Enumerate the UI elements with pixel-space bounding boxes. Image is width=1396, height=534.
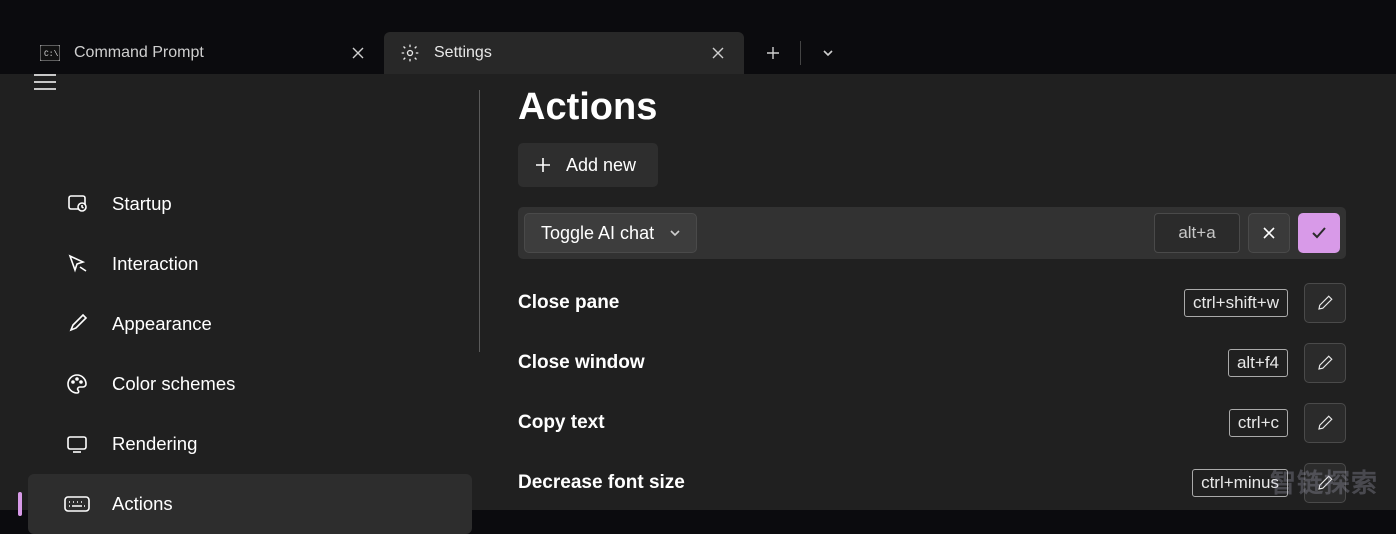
main-content: Actions Add new Toggle AI chat Close pan… [480, 74, 1396, 510]
pencil-icon [1316, 354, 1334, 372]
key-input[interactable] [1154, 213, 1240, 253]
close-icon [1261, 225, 1277, 241]
action-row: Copy text ctrl+c [518, 393, 1346, 453]
gear-icon [400, 43, 420, 63]
sidebar-item-label: Color schemes [112, 373, 235, 395]
close-icon[interactable] [344, 39, 372, 67]
action-row: Close window alt+f4 [518, 333, 1346, 393]
brush-icon [64, 311, 90, 337]
sidebar-item-interaction[interactable]: Interaction [28, 234, 472, 294]
sidebar-item-startup[interactable]: Startup [28, 174, 472, 234]
display-icon [64, 431, 90, 457]
pencil-icon [1316, 294, 1334, 312]
action-label: Close window [518, 352, 1216, 374]
tab-strip: C:\ Command Prompt Settings [0, 32, 1396, 74]
action-editor-row: Toggle AI chat [518, 207, 1346, 259]
sidebar: Startup Interaction Appearance Color sch… [0, 74, 480, 510]
sidebar-item-actions[interactable]: Actions [28, 474, 472, 534]
svg-text:C:\: C:\ [44, 50, 59, 59]
action-label: Close pane [518, 292, 1172, 314]
edit-button[interactable] [1304, 403, 1346, 443]
edit-button[interactable] [1304, 283, 1346, 323]
check-icon [1310, 224, 1328, 242]
action-select[interactable]: Toggle AI chat [524, 213, 697, 253]
keyboard-icon [64, 491, 90, 517]
cmd-icon: C:\ [40, 43, 60, 63]
action-label: Decrease font size [518, 472, 1180, 494]
sidebar-item-label: Appearance [112, 313, 212, 335]
action-row: Decrease font size ctrl+minus [518, 453, 1346, 513]
sidebar-item-label: Rendering [112, 433, 197, 455]
sidebar-item-appearance[interactable]: Appearance [28, 294, 472, 354]
sidebar-item-label: Interaction [112, 253, 198, 275]
tab-title: Settings [434, 44, 492, 62]
add-new-label: Add new [566, 155, 636, 176]
key-binding: ctrl+shift+w [1184, 289, 1288, 317]
key-binding: alt+f4 [1228, 349, 1288, 377]
pencil-icon [1316, 414, 1334, 432]
action-select-label: Toggle AI chat [541, 223, 654, 244]
add-new-button[interactable]: Add new [518, 143, 658, 187]
sidebar-item-label: Startup [112, 193, 172, 215]
cursor-icon [64, 251, 90, 277]
action-row: Close pane ctrl+shift+w [518, 273, 1346, 333]
tab-settings[interactable]: Settings [384, 32, 744, 74]
new-tab-button[interactable] [752, 33, 794, 73]
edit-button[interactable] [1304, 343, 1346, 383]
page-title: Actions [518, 86, 1346, 129]
sidebar-item-color-schemes[interactable]: Color schemes [28, 354, 472, 414]
hamburger-button[interactable] [0, 74, 68, 90]
divider [800, 41, 801, 65]
accept-button[interactable] [1298, 213, 1340, 253]
key-binding: ctrl+c [1229, 409, 1288, 437]
tab-title: Command Prompt [74, 44, 204, 62]
chevron-down-icon [668, 226, 682, 240]
rocket-icon [64, 191, 90, 217]
close-icon[interactable] [704, 39, 732, 67]
watermark: 智链探索 [1270, 463, 1378, 500]
sidebar-item-label: Actions [112, 493, 173, 515]
plus-icon [534, 156, 552, 174]
tab-command-prompt[interactable]: C:\ Command Prompt [24, 32, 384, 74]
tab-dropdown-button[interactable] [807, 33, 849, 73]
action-label: Copy text [518, 412, 1217, 434]
sidebar-item-rendering[interactable]: Rendering [28, 414, 472, 474]
cancel-button[interactable] [1248, 213, 1290, 253]
titlebar [0, 0, 1396, 32]
palette-icon [64, 371, 90, 397]
